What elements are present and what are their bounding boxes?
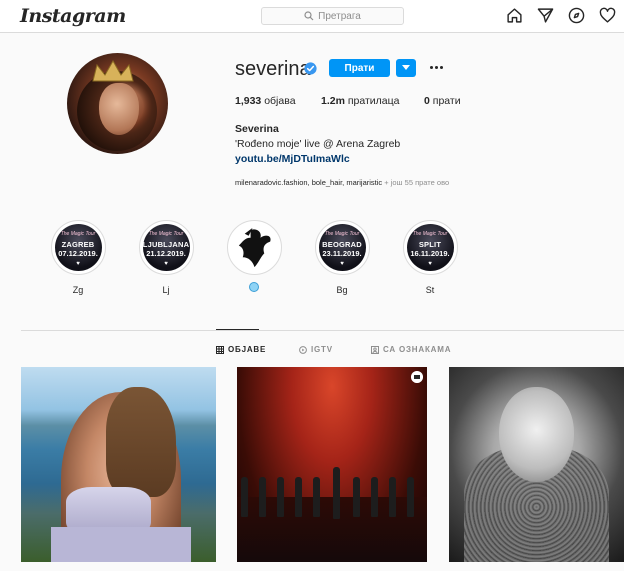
- followers-stat[interactable]: 1.2m пратилаца: [321, 95, 400, 107]
- highlight-city: LJUBLJANA: [142, 240, 190, 249]
- highlight-city: ZAGREB: [61, 240, 95, 249]
- home-icon[interactable]: [506, 7, 523, 24]
- search-placeholder: Претрага: [318, 10, 361, 22]
- explore-icon[interactable]: [568, 7, 585, 24]
- post-thumbnail[interactable]: [21, 367, 216, 562]
- highlight-label: Lj: [162, 285, 170, 295]
- instagram-logo[interactable]: Instagram: [20, 5, 126, 27]
- follow-button[interactable]: Прати: [329, 59, 390, 77]
- search-icon: [304, 11, 314, 21]
- silhouette-image: [238, 227, 271, 268]
- verified-badge-icon: [304, 62, 317, 75]
- igtv-icon: [299, 345, 307, 354]
- highlight-tour: The Magic Tour: [60, 231, 96, 237]
- highlight-date: 21.12.2019.: [146, 249, 186, 258]
- highlight-cover: The Magic Tour LJUBLJANA 21.12.2019. ♥: [142, 224, 190, 271]
- highlight-city: SPLIT: [418, 240, 442, 249]
- followed-by-names: milenaradovic.fashion, bole_hair, marija…: [235, 178, 383, 187]
- highlight-label: St: [425, 285, 435, 295]
- tab-tagged[interactable]: СА ОЗНАКАМА: [371, 345, 451, 354]
- search-input[interactable]: Претрага: [261, 7, 404, 25]
- highlight-ring: The Magic Tour LJUBLJANA 21.12.2019. ♥: [138, 220, 194, 275]
- highlight-date: 23.11.2019.: [322, 249, 362, 258]
- heart-icon: ♥: [428, 261, 432, 267]
- tagged-icon: [371, 345, 379, 354]
- highlight-tour: The Magic Tour: [148, 231, 184, 237]
- chevron-down-icon: [402, 65, 410, 70]
- carousel-icon: [411, 371, 423, 383]
- following-label: прати: [432, 95, 461, 107]
- heart-icon: ♥: [76, 261, 80, 267]
- posts-count-stat: 1,933 објава: [235, 95, 296, 107]
- post-thumbnail[interactable]: [449, 367, 624, 562]
- tab-label: СА ОЗНАКАМА: [383, 345, 452, 354]
- more-options-button[interactable]: [427, 60, 445, 74]
- highlight-lj[interactable]: The Magic Tour LJUBLJANA 21.12.2019. ♥ L…: [136, 220, 196, 295]
- tab-label: ОБЈАВЕ: [228, 345, 267, 354]
- followers-label: пратилаца: [347, 95, 400, 107]
- dot-icon: [439, 65, 443, 69]
- followers-count: 1.2m: [321, 95, 345, 107]
- highlight-cover: The Magic Tour BEOGRAD 23.11.2019. ♥: [318, 224, 366, 271]
- tab-igtv[interactable]: IGTV: [299, 345, 333, 354]
- crown-image: [92, 59, 134, 82]
- highlight-label: Zg: [72, 285, 84, 295]
- grid-icon: [216, 345, 224, 354]
- highlight-label: Bg: [336, 285, 348, 295]
- dot-icon: [429, 65, 433, 69]
- highlight-ring: The Magic Tour ZAGREB 07.12.2019. ♥: [50, 220, 106, 275]
- highlight-cover: [230, 224, 278, 271]
- bio-name: Severina: [235, 123, 279, 135]
- followed-by-more: + још 55 прате ово: [382, 178, 450, 187]
- direct-icon[interactable]: [537, 7, 554, 24]
- tab-posts[interactable]: ОБЈАВЕ: [216, 345, 266, 354]
- highlight-cover: The Magic Tour ZAGREB 07.12.2019. ♥: [54, 224, 102, 271]
- tab-label: IGTV: [311, 345, 333, 354]
- highlight-tour: The Magic Tour: [324, 231, 360, 237]
- highlight-silhouette[interactable]: [224, 220, 284, 292]
- activity-icon[interactable]: [599, 7, 616, 24]
- bio-link[interactable]: youtu.be/MjDTuImaWlc: [235, 153, 350, 165]
- post-thumbnail[interactable]: [237, 367, 427, 562]
- nav-icons: [506, 7, 616, 24]
- heart-icon: ♥: [340, 261, 344, 267]
- followed-by[interactable]: milenaradovic.fashion, bole_hair, marija…: [235, 178, 449, 187]
- highlight-st[interactable]: The Magic Tour SPLIT 16.11.2019. ♥ St: [400, 220, 460, 295]
- highlight-cover: The Magic Tour SPLIT 16.11.2019. ♥: [406, 224, 454, 271]
- following-stat[interactable]: 0 прати: [424, 95, 461, 107]
- heart-icon: ♥: [164, 261, 168, 267]
- top-navbar: Instagram Претрага: [0, 0, 624, 33]
- active-tab-indicator: [216, 329, 259, 330]
- profile-avatar[interactable]: [67, 53, 168, 154]
- dot-icon: [434, 65, 438, 69]
- following-count: 0: [424, 95, 430, 107]
- profile-username: severina: [235, 58, 311, 80]
- highlight-zg[interactable]: The Magic Tour ZAGREB 07.12.2019. ♥ Zg: [48, 220, 108, 295]
- highlight-date: 07.12.2019.: [58, 249, 98, 258]
- highlight-city: BEOGRAD: [322, 240, 362, 249]
- highlight-ring: The Magic Tour BEOGRAD 23.11.2019. ♥: [314, 220, 370, 275]
- highlight-bg[interactable]: The Magic Tour BEOGRAD 23.11.2019. ♥ Bg: [312, 220, 372, 295]
- highlight-date: 16.11.2019.: [410, 249, 450, 258]
- highlight-ring: The Magic Tour SPLIT 16.11.2019. ♥: [402, 220, 458, 275]
- bio-text: 'Rođeno moje' live @ Arena Zagreb: [235, 138, 401, 150]
- suggested-dropdown-button[interactable]: [396, 59, 416, 77]
- tabs-divider: [21, 330, 624, 331]
- highlight-ring: [226, 220, 282, 275]
- posts-label: објава: [264, 95, 296, 107]
- highlight-tour: The Magic Tour: [412, 231, 448, 237]
- posts-count: 1,933: [235, 95, 262, 107]
- highlight-emoji-icon: [249, 282, 259, 292]
